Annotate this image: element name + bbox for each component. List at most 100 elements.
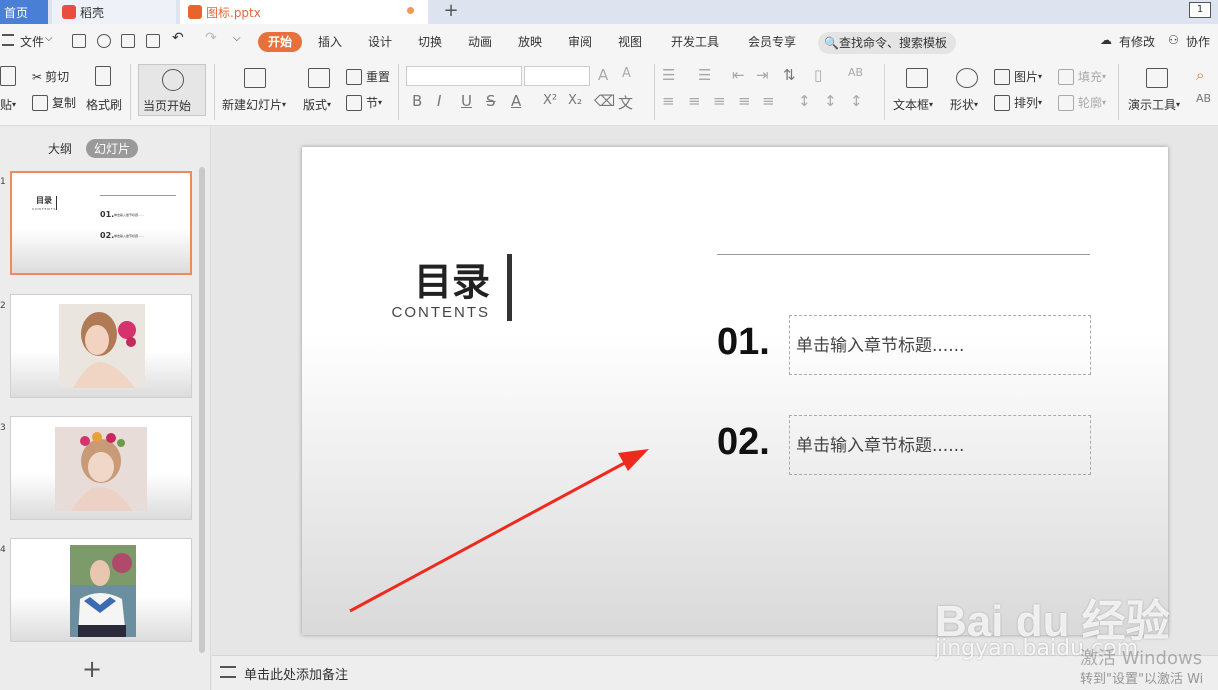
columns-icon[interactable]: ▯ (814, 66, 822, 84)
slide-thumbnail-4[interactable] (10, 538, 192, 642)
sort-icon[interactable]: ⇅ (783, 66, 796, 84)
paste-button[interactable]: 贴 ▾ (0, 96, 16, 113)
add-slide-button[interactable]: + (82, 655, 102, 683)
underline-button[interactable]: U (461, 92, 472, 110)
slide-thumbnail-2[interactable] (10, 294, 192, 398)
tab-home[interactable]: 首页 (0, 0, 48, 24)
tab-docer[interactable]: 稻壳 (52, 0, 176, 24)
increase-font-icon[interactable]: A (598, 66, 608, 84)
menu-start[interactable]: 开始 (258, 32, 303, 52)
copy-button[interactable]: 复制 (32, 94, 76, 111)
bullets-icon[interactable]: ☰ (662, 66, 675, 84)
menu-design[interactable]: 设计 (368, 33, 392, 50)
undo-icon[interactable]: ↶ (172, 30, 184, 46)
shape-button[interactable]: 形状 ▾ (950, 96, 978, 113)
find-icon[interactable]: ⌕ (1196, 66, 1204, 84)
outline-view-button[interactable]: 大纲 (48, 140, 72, 157)
slides-view-button[interactable]: 幻灯片 (86, 139, 139, 158)
cut-label: 剪切 (45, 70, 70, 84)
outline-icon (1058, 94, 1074, 111)
menu-review[interactable]: 审阅 (568, 33, 592, 50)
slide-number: 3 (0, 423, 6, 433)
presentation-tools-button[interactable]: 演示工具 ▾ (1128, 96, 1180, 113)
play-current-button[interactable]: 当页开始 (138, 64, 206, 116)
save-icon[interactable] (72, 34, 86, 48)
new-slide-label: 新建幻灯片 (222, 98, 283, 112)
reset-button[interactable]: 重置 (346, 68, 390, 85)
fill-button[interactable]: 填充 ▾ (1058, 68, 1106, 85)
arrange-button[interactable]: 排列 ▾ (994, 94, 1042, 111)
line-spacing-icon[interactable]: ↕ (798, 92, 811, 110)
menu-member[interactable]: 会员专享 (748, 33, 796, 50)
numbering-icon[interactable]: ☰ (698, 66, 711, 84)
picture-button[interactable]: 图片 ▾ (994, 68, 1042, 85)
text-box-label: 文本框 (893, 98, 930, 112)
text-box-button[interactable]: 文本框 ▾ (893, 96, 933, 113)
phonetic-icon[interactable]: 文 (618, 92, 633, 113)
slide-thumbnail-3[interactable] (10, 416, 192, 520)
superscript-button[interactable]: X² (543, 93, 557, 108)
thumb-placeholder-2: 单击输入章节标题...... (114, 234, 144, 238)
picture-label: 图片 (1014, 70, 1039, 84)
current-slide[interactable]: 目录 CONTENTS 01. 单击输入章节标题...... 02. 单击输入章… (302, 147, 1168, 635)
align-right-icon[interactable]: ≡ (713, 92, 726, 110)
decrease-font-icon[interactable]: A (622, 66, 631, 81)
bold-button[interactable]: B (412, 92, 422, 110)
layout-button[interactable]: 版式 ▾ (303, 96, 331, 113)
ribbon: 文件 ⌵ ↶ ↷ ⌵ 开始 插入 设计 切换 动画 放映 审阅 视图 开发工具 … (0, 24, 1218, 126)
clear-format-icon[interactable]: ⌫ (594, 92, 615, 110)
portrait-photo-flower-crown (55, 427, 147, 511)
print-preview-icon[interactable] (146, 34, 160, 48)
cut-button[interactable]: ✂ 剪切 (32, 68, 69, 85)
decrease-indent-icon[interactable]: ⇤ (732, 66, 745, 84)
font-family-dropdown[interactable] (406, 66, 522, 86)
increase-indent-icon[interactable]: ⇥ (756, 66, 769, 84)
menu-transitions[interactable]: 切换 (418, 33, 442, 50)
subscript-button[interactable]: X₂ (568, 93, 582, 108)
menu-developer[interactable]: 开发工具 (671, 33, 719, 50)
tab-current-file[interactable]: 图标.pptx (180, 0, 428, 24)
thumb-title-bar (56, 196, 57, 210)
section-button[interactable]: 节 ▾ (346, 94, 382, 111)
new-slide-button[interactable]: 新建幻灯片 ▾ (222, 96, 286, 113)
replace-icon[interactable]: AB (1196, 92, 1211, 105)
slide-number: 1 (0, 177, 6, 187)
menu-view[interactable]: 视图 (618, 33, 642, 50)
print-icon[interactable] (121, 34, 135, 48)
align-left-icon[interactable]: ≡ (662, 92, 675, 110)
text-direction-icon[interactable]: AB (848, 66, 863, 79)
menu-slideshow[interactable]: 放映 (518, 33, 542, 50)
paste-icon[interactable] (0, 66, 16, 86)
notes-placeholder[interactable]: 单击此处添加备注 (244, 664, 348, 683)
italic-button[interactable]: I (437, 92, 441, 110)
has-edit-button[interactable]: 有修改 (1119, 33, 1155, 50)
separator (130, 64, 131, 120)
export-icon[interactable] (97, 34, 111, 48)
thumbnail-scrollbar[interactable] (199, 167, 205, 653)
thumb-subtitle: CONTENTS (32, 207, 57, 211)
font-color-button[interactable]: A (511, 92, 521, 110)
redo-icon[interactable]: ↷ (205, 30, 217, 46)
command-search-input[interactable]: 🔍查找命令、搜索模板 (818, 32, 956, 54)
slide-thumbnail-1[interactable]: 目录 CONTENTS 01. 单击输入章节标题...... 02. 单击输入章… (10, 171, 192, 275)
font-size-dropdown[interactable] (524, 66, 590, 86)
collab-button[interactable]: 协作 (1186, 33, 1210, 50)
quick-access-more-icon[interactable]: ⌵ (233, 33, 241, 44)
shape-label: 形状 (950, 98, 975, 112)
menu-animations[interactable]: 动画 (468, 33, 492, 50)
justify-icon[interactable]: ≡ (738, 92, 751, 110)
reset-icon (346, 68, 362, 85)
window-count-badge[interactable]: 1 (1189, 2, 1211, 18)
format-painter-button[interactable]: 格式刷 (86, 96, 122, 113)
menu-file[interactable]: 文件 (20, 33, 44, 50)
paragraph-icon[interactable]: ↕ (850, 92, 863, 110)
align-center-icon[interactable]: ≡ (688, 92, 701, 110)
paragraph-spacing-icon[interactable]: ↕ (824, 92, 837, 110)
strikethrough-button[interactable]: S (486, 92, 496, 110)
outline-button[interactable]: 轮廓 ▾ (1058, 94, 1106, 111)
new-tab-button[interactable]: + (440, 0, 462, 24)
distribute-icon[interactable]: ≡ (762, 92, 775, 110)
file-dropdown-chevron-icon[interactable]: ⌵ (45, 33, 53, 44)
hamburger-icon[interactable] (2, 34, 14, 46)
menu-insert[interactable]: 插入 (318, 33, 342, 50)
